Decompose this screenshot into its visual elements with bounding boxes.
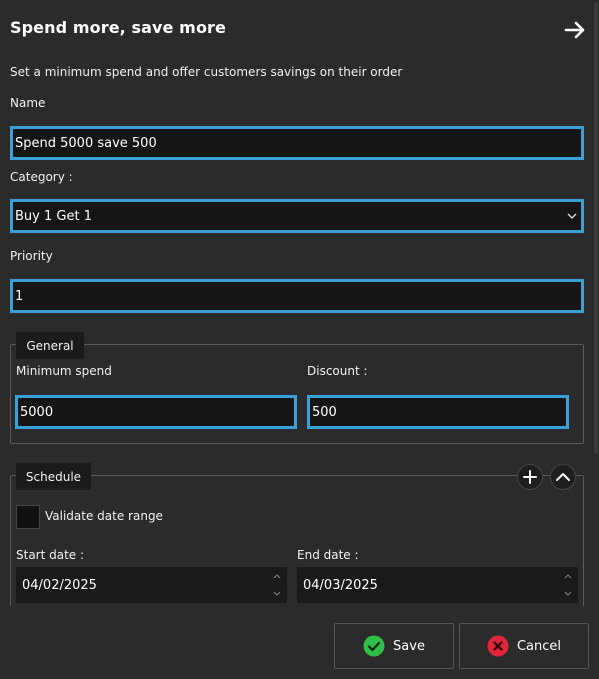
end-date-label: End date : [297, 548, 359, 562]
save-button[interactable]: Save [334, 623, 454, 669]
start-date-value: 04/02/2025 [22, 577, 97, 593]
minimum-spend-value: 5000 [20, 404, 54, 420]
discount-panel: Spend more, save more Set a minimum spen… [0, 0, 599, 679]
end-date-value: 04/03/2025 [303, 577, 378, 593]
discount-input[interactable]: 500 [307, 395, 569, 429]
cancel-button[interactable]: Cancel [459, 623, 589, 669]
discount-value: 500 [312, 404, 337, 420]
panel-subtitle: Set a minimum spend and offer customers … [10, 65, 403, 79]
panel-header: Spend more, save more [10, 18, 589, 44]
general-legend: General [16, 332, 84, 359]
chevron-up-icon [556, 473, 570, 481]
spinner-icon[interactable] [273, 572, 281, 598]
category-select[interactable]: Buy 1 Get 1 [10, 199, 584, 233]
check-circle-icon [363, 635, 385, 657]
discount-label: Discount : [307, 364, 368, 378]
validate-date-range-checkbox[interactable] [16, 505, 40, 529]
panel-footer: Save Cancel [0, 606, 599, 679]
priority-input[interactable]: 1 [10, 279, 584, 313]
category-label: Category : [10, 170, 73, 184]
minimum-spend-label: Minimum spend [16, 364, 112, 378]
name-input[interactable]: Spend 5000 save 500 [10, 126, 584, 160]
end-date-input[interactable]: 04/03/2025 [297, 567, 578, 603]
spinner-icon[interactable] [564, 572, 572, 598]
plus-icon [523, 470, 537, 484]
arrow-right-icon[interactable] [563, 18, 587, 42]
start-date-label: Start date : [16, 548, 85, 562]
name-input-value: Spend 5000 save 500 [15, 135, 157, 151]
start-date-input[interactable]: 04/02/2025 [16, 567, 287, 603]
add-schedule-button[interactable] [517, 464, 543, 490]
scrollbar-track[interactable] [591, 0, 599, 606]
priority-label: Priority [10, 249, 53, 263]
validate-date-range-label: Validate date range [45, 509, 163, 523]
general-fieldset [10, 344, 584, 444]
category-select-value: Buy 1 Get 1 [15, 208, 92, 224]
save-label: Save [393, 638, 425, 654]
cancel-label: Cancel [516, 638, 562, 654]
minimum-spend-input[interactable]: 5000 [15, 395, 297, 429]
scrollbar-thumb[interactable] [594, 2, 598, 454]
panel-title: Spend more, save more [10, 18, 226, 37]
schedule-legend: Schedule [16, 463, 91, 490]
collapse-schedule-button[interactable] [550, 464, 576, 490]
priority-input-value: 1 [15, 288, 24, 304]
name-label: Name [10, 96, 46, 110]
chevron-down-icon [567, 213, 577, 219]
x-circle-icon [487, 635, 509, 657]
